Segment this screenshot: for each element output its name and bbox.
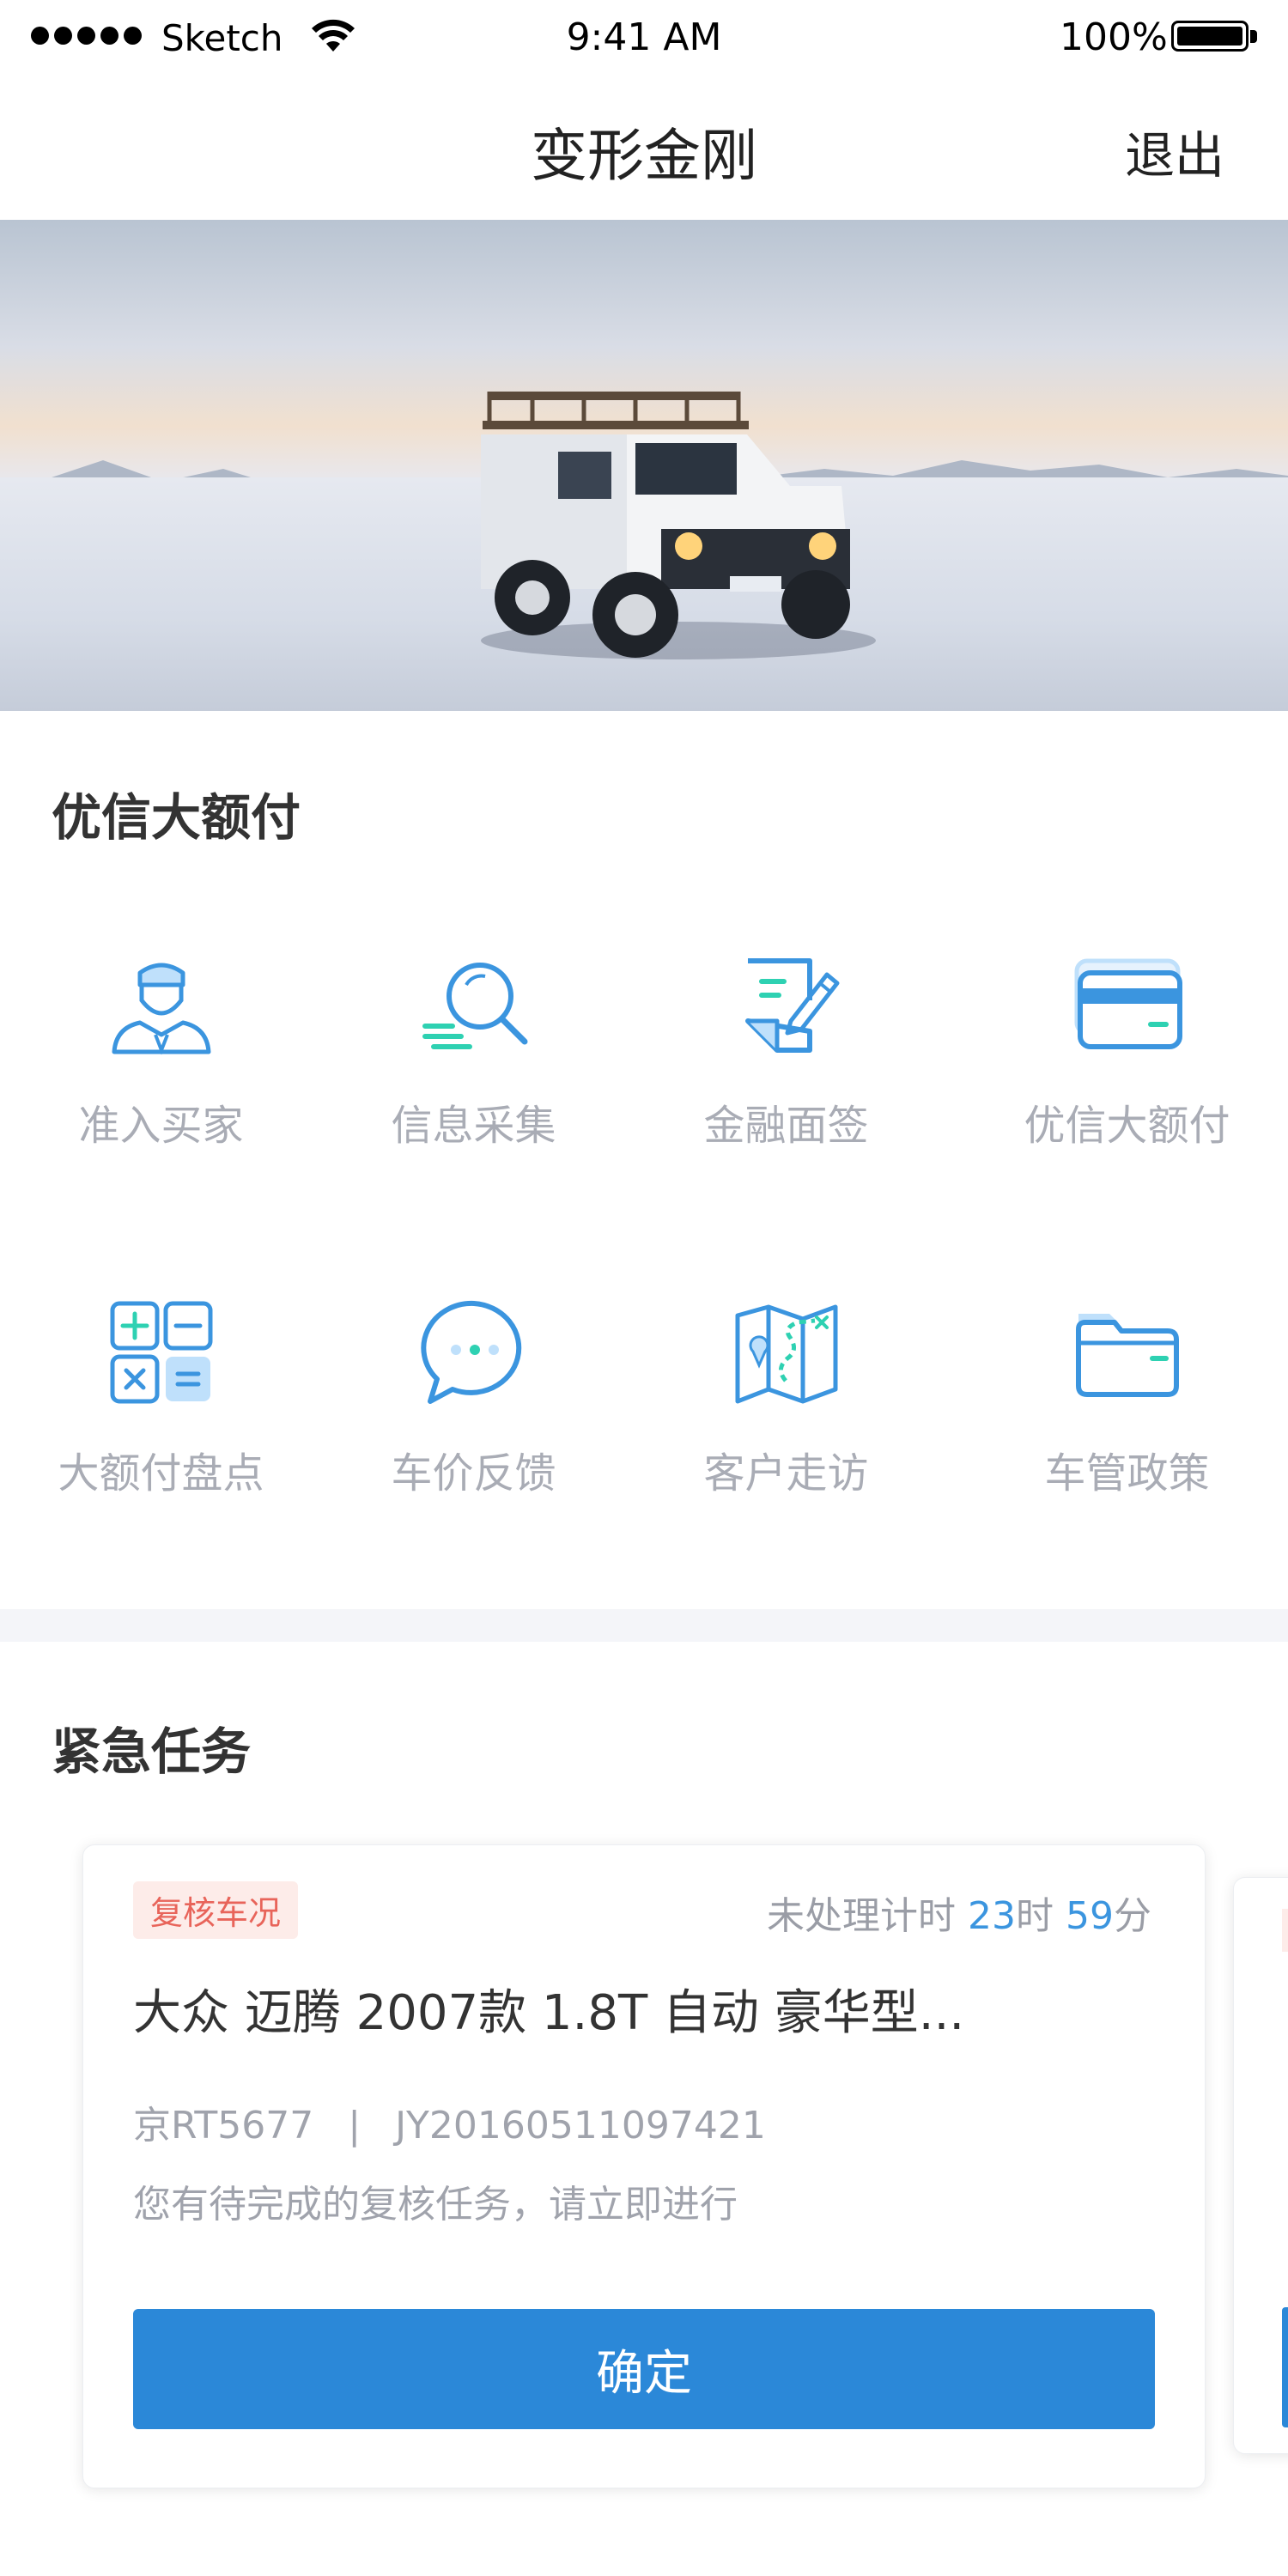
grid-item-vehicle-policy[interactable]: 车管政策 xyxy=(966,1297,1288,1499)
grid-item-uxin-payment[interactable]: 优信大额付 xyxy=(966,949,1288,1151)
credit-card-icon xyxy=(1074,958,1182,1049)
document-sign-icon xyxy=(744,958,839,1053)
map-route-icon xyxy=(735,1304,837,1404)
calculator-icon xyxy=(110,1301,212,1404)
grid-item-label: 信息采集 xyxy=(391,1102,556,1150)
confirm-button[interactable]: 确定 xyxy=(133,2309,1155,2429)
task-type-badge: 复核车况 xyxy=(133,1881,299,1939)
grid-item-info-collection[interactable]: 信息采集 xyxy=(313,949,635,1151)
order-id: JY20160511097421 xyxy=(395,2104,766,2148)
chat-bubble-icon xyxy=(420,1300,521,1404)
services-section-title: 优信大额付 xyxy=(52,788,301,847)
offroad-vehicle xyxy=(481,392,876,659)
buyer-avatar-icon xyxy=(112,963,210,1055)
grid-item-label: 车管政策 xyxy=(1044,1449,1210,1498)
timer-hours-unit: 时 xyxy=(1016,1894,1054,1938)
grid-item-finance-signing[interactable]: 金融面签 xyxy=(625,949,947,1151)
timer-hours: 23 xyxy=(968,1894,1016,1938)
timer-minutes-unit: 分 xyxy=(1114,1894,1151,1938)
search-magnifier-icon xyxy=(422,963,527,1049)
battery-percentage: 100% xyxy=(1060,15,1168,59)
plate-and-order: 京RT5677 | JY20160511097421 xyxy=(133,2094,766,2149)
grid-item-customer-visit[interactable]: 客户走访 xyxy=(625,1297,947,1499)
logout-button[interactable]: 退出 xyxy=(1125,115,1224,187)
folder-icon xyxy=(1075,1314,1179,1397)
status-bar: Sketch 9:41 AM 100% xyxy=(0,0,1288,76)
timer-minutes: 59 xyxy=(1066,1894,1114,1938)
grid-item-buyer-admission[interactable]: 准入买家 xyxy=(0,949,322,1151)
car-model-name: 大众 迈腾 2007款 1.8T 自动 豪华型... xyxy=(133,1985,965,2041)
separator: | xyxy=(348,2104,361,2148)
page-title: 变形金刚 xyxy=(531,123,757,189)
navigation-bar: 变形金刚 退出 xyxy=(0,76,1288,220)
grid-item-label: 大额付盘点 xyxy=(58,1449,264,1498)
next-card-button[interactable] xyxy=(1282,2307,1288,2427)
next-card-badge xyxy=(1282,1909,1288,1952)
task-message: 您有待完成的复核任务，请立即进行 xyxy=(133,2183,738,2227)
grid-item-label: 金融面签 xyxy=(703,1102,869,1150)
battery-tip xyxy=(1250,30,1257,43)
grid-item-label: 客户走访 xyxy=(703,1449,869,1498)
grid-item-car-price-feedback[interactable]: 车价反馈 xyxy=(313,1297,635,1499)
battery-icon xyxy=(1171,21,1249,52)
license-plate: 京RT5677 xyxy=(133,2104,314,2148)
grid-item-label: 优信大额付 xyxy=(1024,1102,1230,1150)
next-task-card-peek[interactable] xyxy=(1233,1877,1288,2454)
tasks-section-title: 紧急任务 xyxy=(52,1722,252,1781)
grid-item-label: 车价反馈 xyxy=(391,1449,556,1498)
banner-image[interactable] xyxy=(0,220,1288,711)
timer-prefix: 未处理计时 xyxy=(767,1894,956,1938)
grid-item-large-payment-inventory[interactable]: 大额付盘点 xyxy=(0,1297,322,1499)
grid-item-label: 准入买家 xyxy=(78,1102,244,1150)
section-divider xyxy=(0,1609,1288,1642)
unprocessed-timer: 未处理计时 23时 59分 xyxy=(767,1885,1151,1940)
urgent-task-card[interactable]: 复核车况 未处理计时 23时 59分 大众 迈腾 2007款 1.8T 自动 豪… xyxy=(82,1844,1206,2488)
